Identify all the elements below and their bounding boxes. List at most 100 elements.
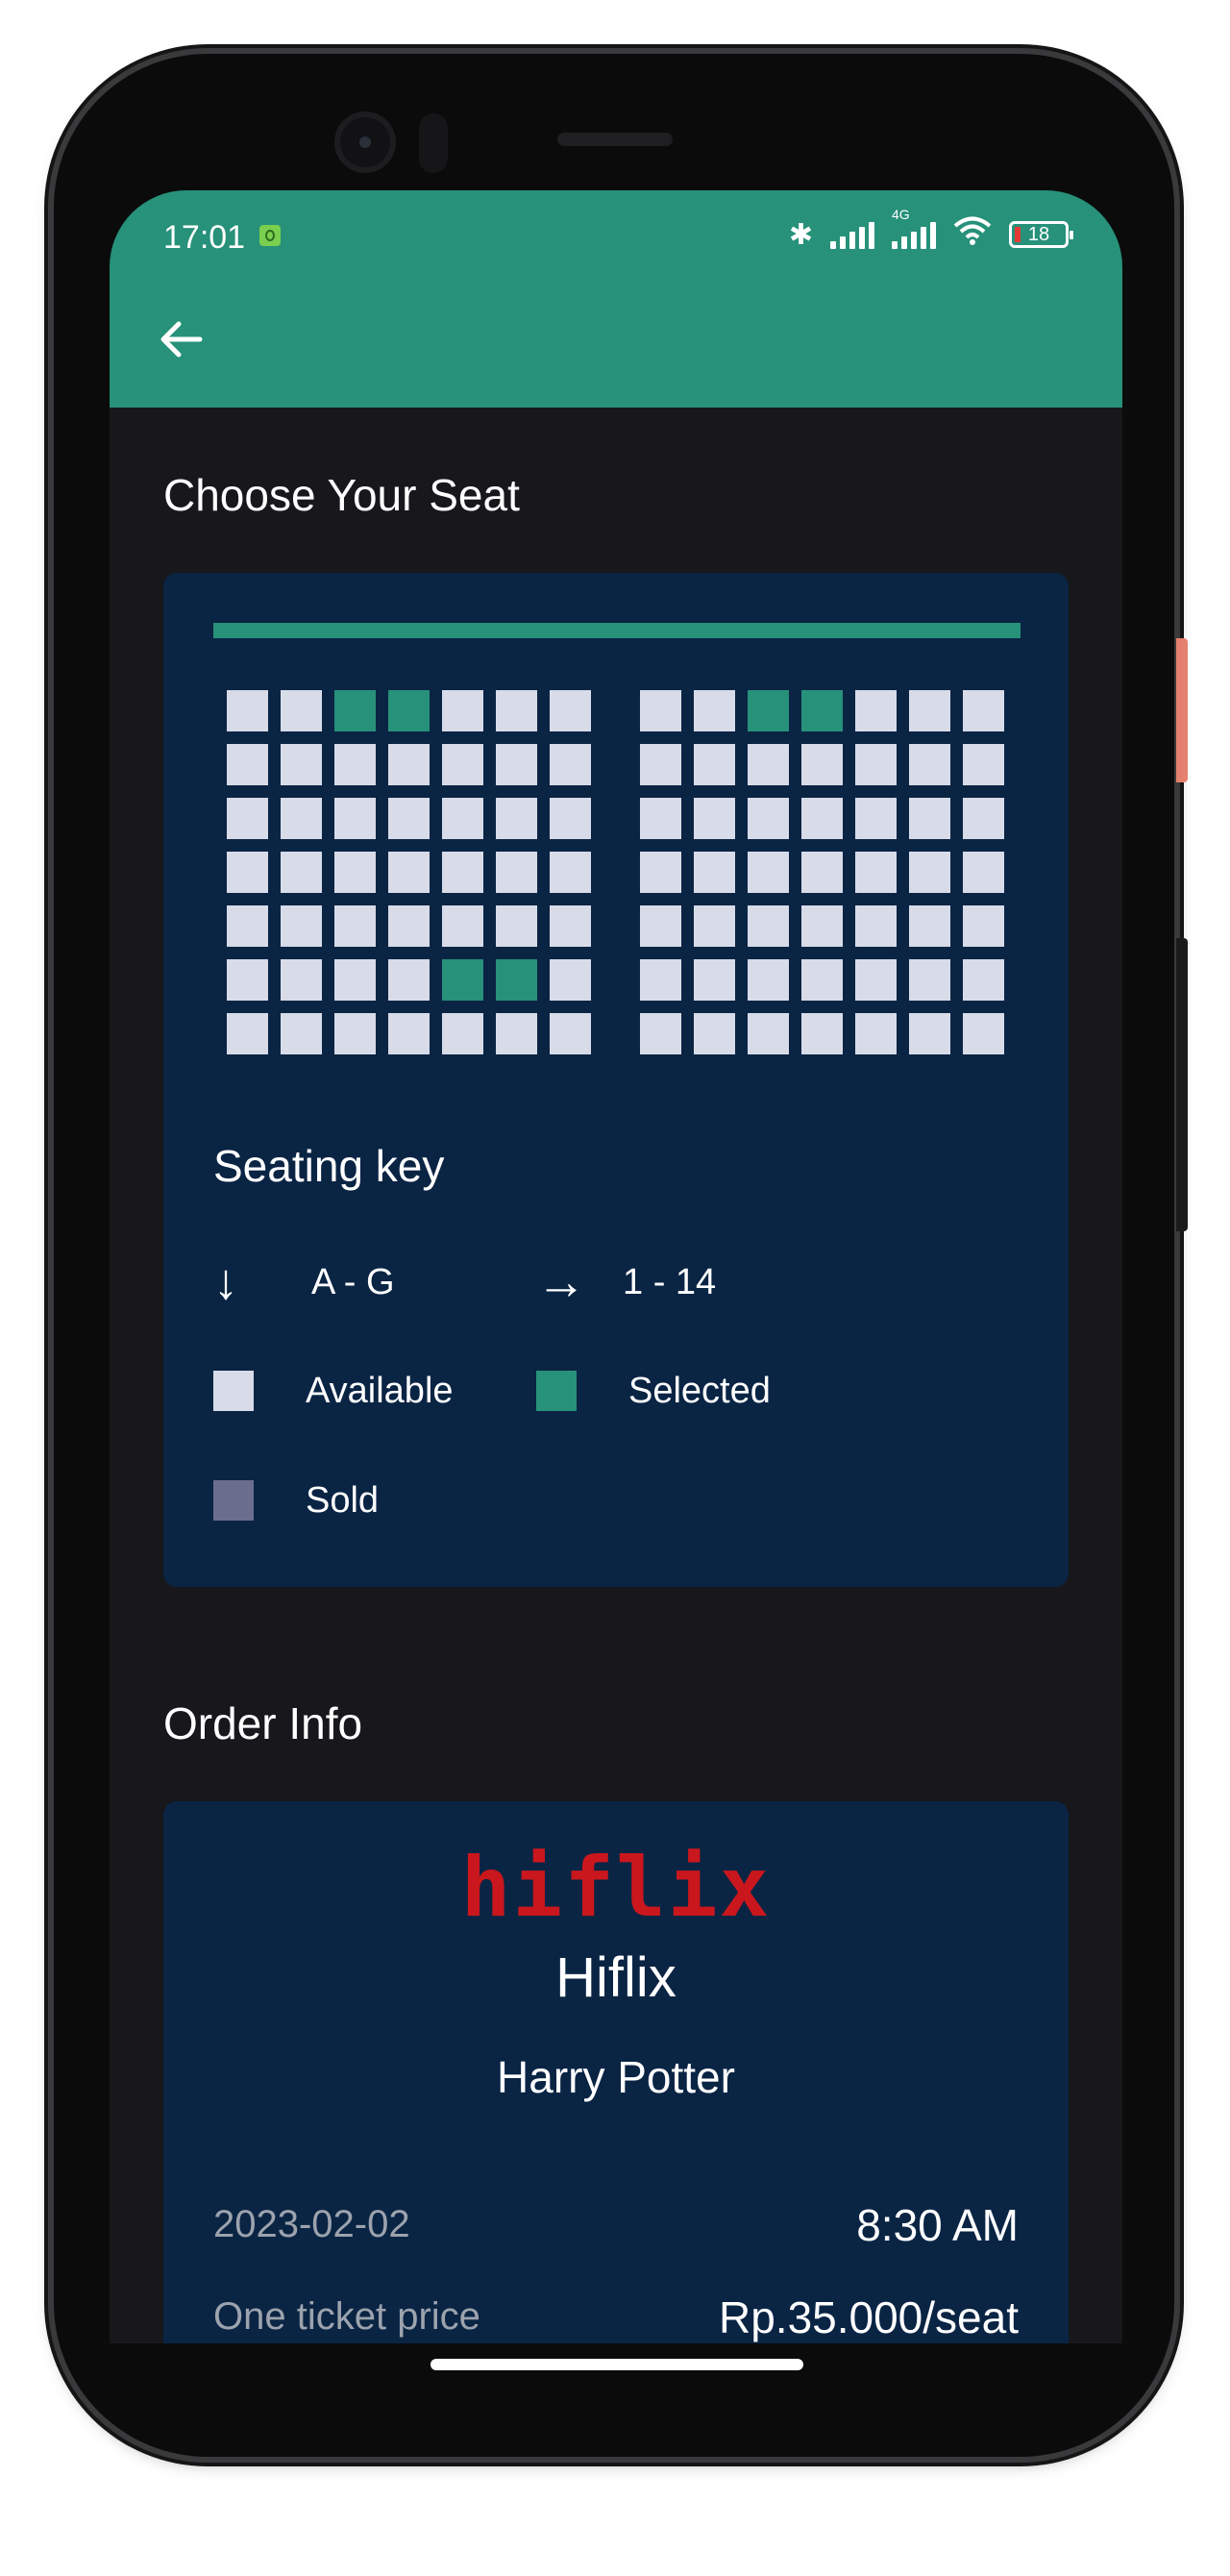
seat-B11[interactable] [801,744,843,785]
seat-F14[interactable] [963,959,1004,1001]
seat-F4[interactable] [388,959,430,1001]
seat-C9[interactable] [694,798,735,839]
seat-E9[interactable] [694,905,735,947]
seat-G12[interactable] [855,1013,897,1054]
seat-D12[interactable] [855,852,897,893]
seat-F6[interactable] [496,959,537,1001]
seat-A11[interactable] [801,690,843,731]
seat-D9[interactable] [694,852,735,893]
seat-E13[interactable] [909,905,950,947]
seat-C12[interactable] [855,798,897,839]
seat-C5[interactable] [442,798,483,839]
seat-D5[interactable] [442,852,483,893]
seat-G14[interactable] [963,1013,1004,1054]
seat-B14[interactable] [963,744,1004,785]
seat-A5[interactable] [442,690,483,731]
seat-E1[interactable] [227,905,268,947]
seat-G5[interactable] [442,1013,483,1054]
seat-G2[interactable] [281,1013,322,1054]
seat-C8[interactable] [640,798,681,839]
seat-D4[interactable] [388,852,430,893]
seat-B6[interactable] [496,744,537,785]
seat-C7[interactable] [550,798,591,839]
seat-E11[interactable] [801,905,843,947]
seat-A4[interactable] [388,690,430,731]
seat-A3[interactable] [334,690,376,731]
seat-D11[interactable] [801,852,843,893]
seat-F11[interactable] [801,959,843,1001]
seat-C14[interactable] [963,798,1004,839]
seat-E3[interactable] [334,905,376,947]
seat-D7[interactable] [550,852,591,893]
seat-A14[interactable] [963,690,1004,731]
seat-A9[interactable] [694,690,735,731]
seat-F12[interactable] [855,959,897,1001]
seat-E8[interactable] [640,905,681,947]
seat-F2[interactable] [281,959,322,1001]
seat-G6[interactable] [496,1013,537,1054]
seat-A6[interactable] [496,690,537,731]
seat-A13[interactable] [909,690,950,731]
seat-F1[interactable] [227,959,268,1001]
seat-G8[interactable] [640,1013,681,1054]
seat-C6[interactable] [496,798,537,839]
seat-B13[interactable] [909,744,950,785]
seat-B9[interactable] [694,744,735,785]
seat-G11[interactable] [801,1013,843,1054]
seat-C11[interactable] [801,798,843,839]
seat-E4[interactable] [388,905,430,947]
seat-D2[interactable] [281,852,322,893]
seat-F7[interactable] [550,959,591,1001]
seat-E2[interactable] [281,905,322,947]
seat-F3[interactable] [334,959,376,1001]
seat-E5[interactable] [442,905,483,947]
seat-F8[interactable] [640,959,681,1001]
seat-A10[interactable] [748,690,789,731]
seat-C3[interactable] [334,798,376,839]
seat-B2[interactable] [281,744,322,785]
seat-G13[interactable] [909,1013,950,1054]
seat-D1[interactable] [227,852,268,893]
seat-E14[interactable] [963,905,1004,947]
seat-A2[interactable] [281,690,322,731]
seat-B4[interactable] [388,744,430,785]
seat-F13[interactable] [909,959,950,1001]
seat-F9[interactable] [694,959,735,1001]
seat-D6[interactable] [496,852,537,893]
seat-B3[interactable] [334,744,376,785]
seat-B10[interactable] [748,744,789,785]
seat-G7[interactable] [550,1013,591,1054]
home-indicator[interactable] [430,2359,803,2370]
seat-C1[interactable] [227,798,268,839]
seat-B1[interactable] [227,744,268,785]
seat-E12[interactable] [855,905,897,947]
seat-G3[interactable] [334,1013,376,1054]
seat-A12[interactable] [855,690,897,731]
seat-F10[interactable] [748,959,789,1001]
seat-B7[interactable] [550,744,591,785]
seat-E6[interactable] [496,905,537,947]
seat-G10[interactable] [748,1013,789,1054]
seat-D10[interactable] [748,852,789,893]
seat-G4[interactable] [388,1013,430,1054]
seat-E7[interactable] [550,905,591,947]
seat-A7[interactable] [550,690,591,731]
seat-B8[interactable] [640,744,681,785]
seat-B5[interactable] [442,744,483,785]
seat-D13[interactable] [909,852,950,893]
seat-D3[interactable] [334,852,376,893]
seat-C13[interactable] [909,798,950,839]
seat-E10[interactable] [748,905,789,947]
seat-G9[interactable] [694,1013,735,1054]
back-button[interactable] [158,306,225,373]
seat-F5[interactable] [442,959,483,1001]
seat-C10[interactable] [748,798,789,839]
seat-D14[interactable] [963,852,1004,893]
seat-G1[interactable] [227,1013,268,1054]
seat-C2[interactable] [281,798,322,839]
seat-B12[interactable] [855,744,897,785]
seat-A1[interactable] [227,690,268,731]
seat-D8[interactable] [640,852,681,893]
seat-C4[interactable] [388,798,430,839]
seat-A8[interactable] [640,690,681,731]
